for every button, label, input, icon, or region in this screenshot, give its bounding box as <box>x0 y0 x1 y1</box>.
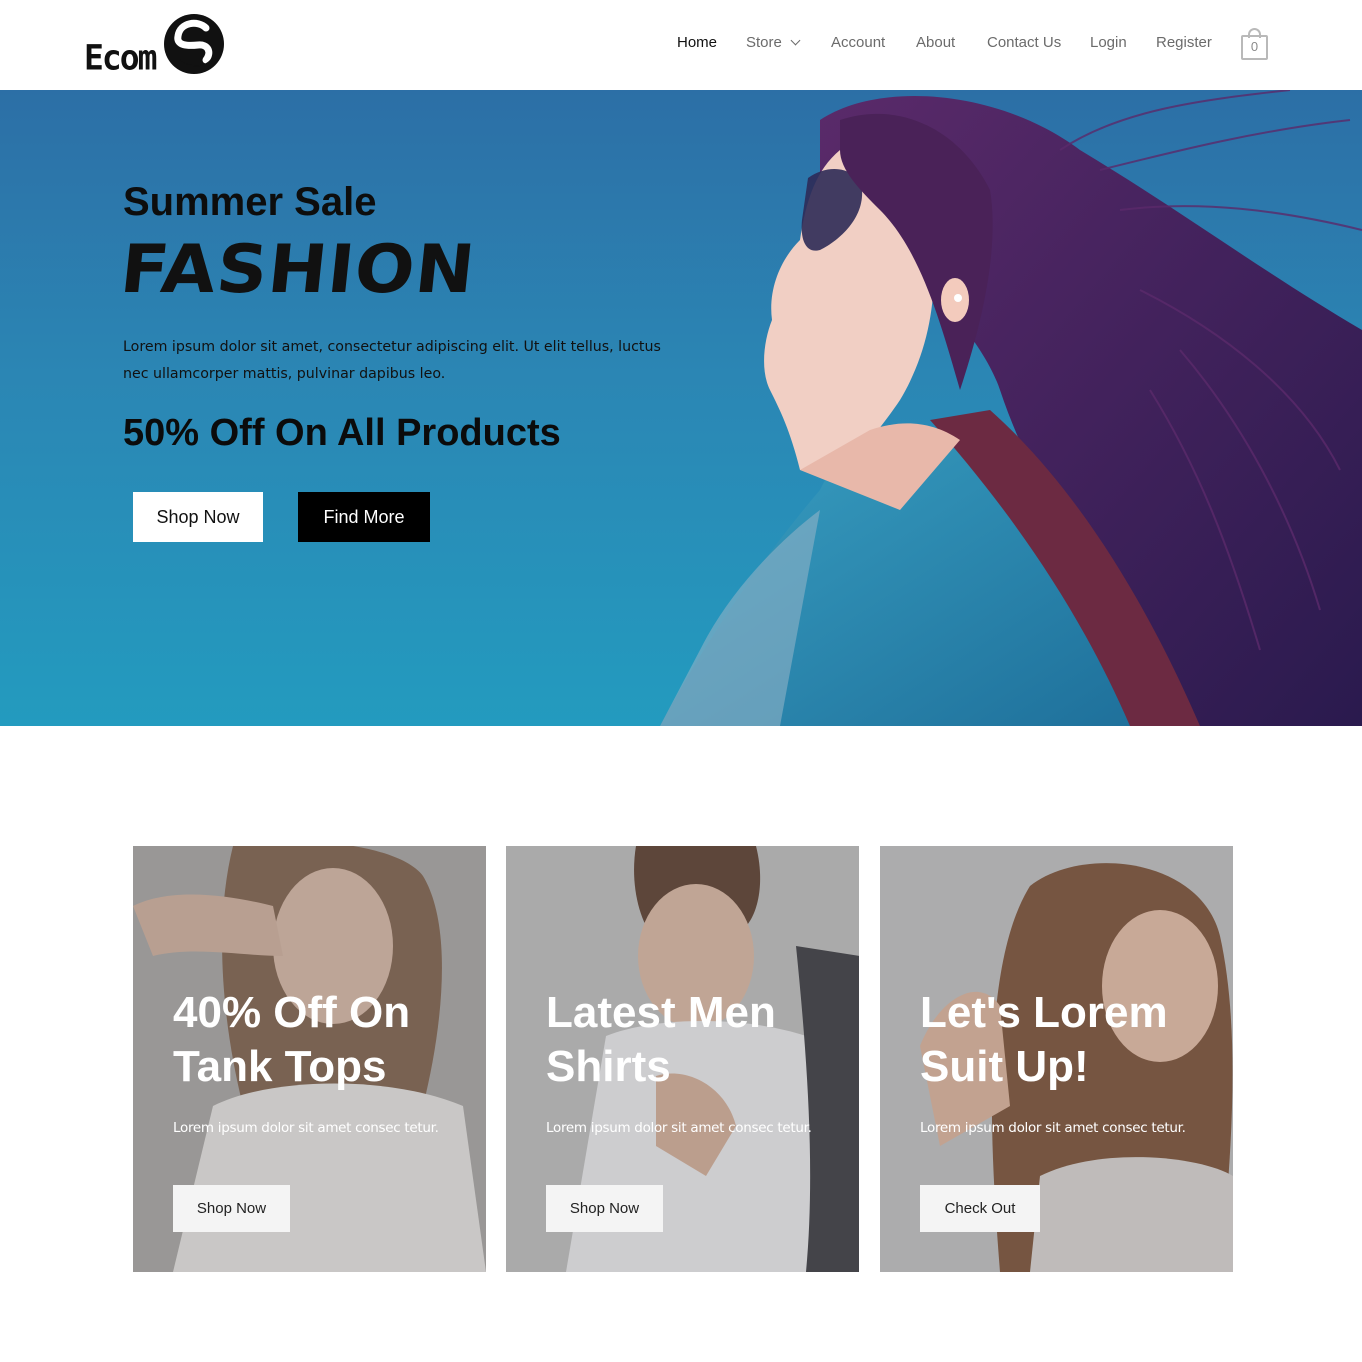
nav-contact-us[interactable]: Contact Us <box>987 34 1061 51</box>
card-title: Let's Lorem Suit Up! <box>920 986 1220 1094</box>
cart-count: 0 <box>1250 39 1259 54</box>
cart-button[interactable]: 0 <box>1241 28 1268 60</box>
nav-account[interactable]: Account <box>831 34 885 51</box>
card-check-out-button[interactable]: Check Out <box>920 1185 1040 1232</box>
card-title: Latest Men Shirts <box>546 986 846 1094</box>
nav-login[interactable]: Login <box>1090 34 1127 51</box>
card-description: Lorem ipsum dolor sit amet consec tetur. <box>173 1120 439 1136</box>
hero-banner: Summer Sale FASHION Lorem ipsum dolor si… <box>0 90 1362 726</box>
nav-store-label: Store <box>746 34 782 51</box>
card-title-line2: Tank Tops <box>173 1042 387 1091</box>
nav-register[interactable]: Register <box>1156 34 1212 51</box>
promo-card-suit-up: Let's Lorem Suit Up! Lorem ipsum dolor s… <box>880 846 1233 1272</box>
shop-now-button[interactable]: Shop Now <box>133 492 263 542</box>
hero-description: Lorem ipsum dolor sit amet, consectetur … <box>123 339 661 382</box>
card-title-line1: Let's Lorem <box>920 988 1168 1037</box>
hero-headline: FASHION <box>116 230 480 308</box>
promo-card-tank-tops: 40% Off On Tank Tops Lorem ipsum dolor s… <box>133 846 486 1272</box>
hero-title: Summer Sale <box>123 180 377 224</box>
site-header: Ecom Home Store Account About Contact Us… <box>0 0 1362 90</box>
card-title-line2: Suit Up! <box>920 1042 1089 1091</box>
nav-store[interactable]: Store <box>746 34 801 51</box>
nav-home[interactable]: Home <box>677 34 717 51</box>
nav-about[interactable]: About <box>916 34 955 51</box>
find-more-button[interactable]: Find More <box>298 492 430 542</box>
card-title-line2: Shirts <box>546 1042 671 1091</box>
card-title-line1: 40% Off On <box>173 988 411 1037</box>
card-shop-now-button[interactable]: Shop Now <box>173 1185 290 1232</box>
main-nav: Home Store Account About Contact Us Logi… <box>0 34 1362 58</box>
hero-offer: 50% Off On All Products <box>123 412 561 454</box>
card-description: Lorem ipsum dolor sit amet consec tetur. <box>546 1120 812 1136</box>
card-title-line1: Latest Men <box>546 988 776 1037</box>
card-shop-now-button[interactable]: Shop Now <box>546 1185 663 1232</box>
chevron-down-icon <box>790 35 801 46</box>
card-description: Lorem ipsum dolor sit amet consec tetur. <box>920 1120 1186 1136</box>
promo-card-men-shirts: Latest Men Shirts Lorem ipsum dolor sit … <box>506 846 859 1272</box>
card-title: 40% Off On Tank Tops <box>173 986 473 1094</box>
